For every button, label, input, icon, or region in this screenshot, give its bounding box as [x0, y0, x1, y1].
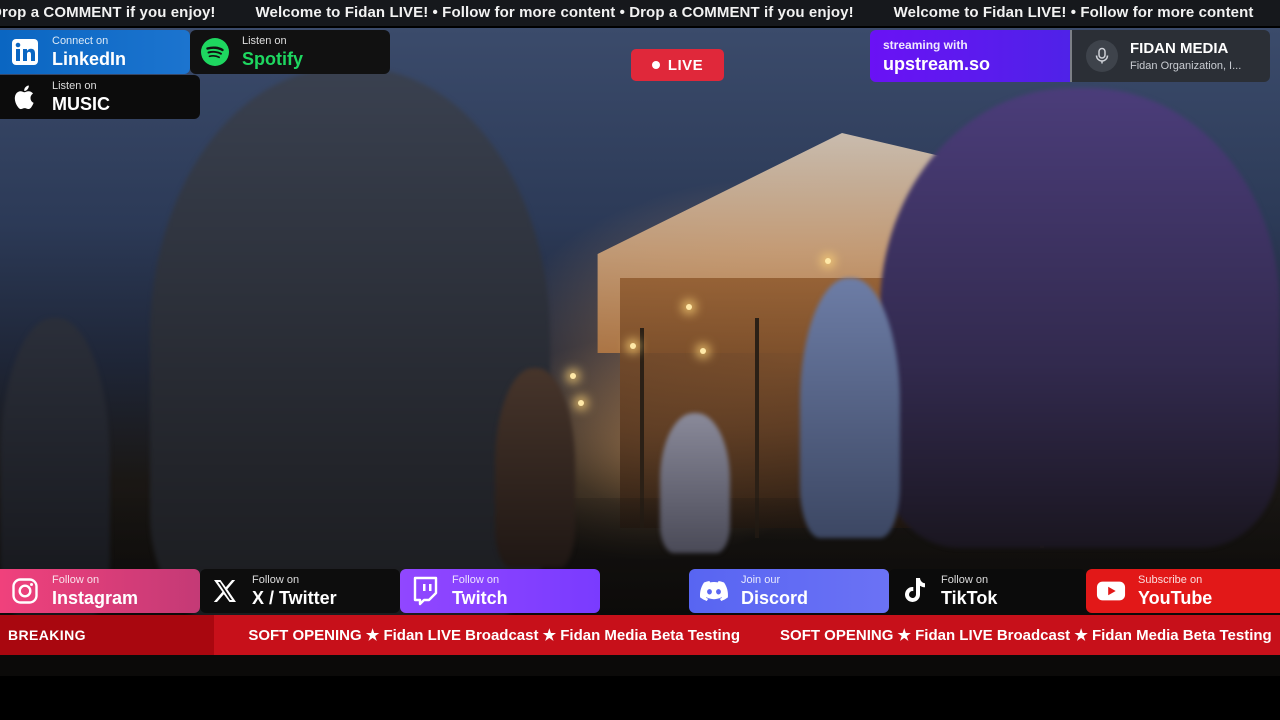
youtube-label: YouTube — [1138, 588, 1213, 608]
dancer-silhouette — [495, 368, 575, 568]
breaking-ticker: BREAKING ng SOFT OPENING ★ Fidan LIVE Br… — [0, 615, 1280, 655]
string-light — [825, 258, 831, 264]
youtube-sub: Subscribe on — [1138, 574, 1203, 586]
string-light — [570, 373, 576, 379]
linkedin-label: LinkedIn — [52, 49, 127, 69]
instagram-sub: Follow on — [52, 574, 100, 586]
breaking-label: BREAKING — [8, 627, 86, 643]
top-ticker: ntent • Drop a COMMENT if you enjoy! Wel… — [0, 0, 1280, 26]
channel-name: FIDAN MEDIA — [1130, 39, 1229, 57]
instagram-link[interactable]: Follow on Instagram — [0, 569, 200, 613]
linkedin-icon — [10, 37, 40, 67]
string-light — [630, 343, 636, 349]
ticker-item: Welcome to Fidan LIVE! • Follow for more… — [255, 4, 854, 21]
tiktok-label: TikTok — [941, 588, 998, 608]
youtube-link[interactable]: Subscribe on YouTube — [1086, 569, 1280, 613]
tiktok-link[interactable]: Follow on TikTok — [889, 569, 1086, 613]
dancer-silhouette — [660, 413, 730, 553]
ticker-item: ntent • Drop a COMMENT if you enjoy! — [0, 4, 216, 21]
breaking-tag: BREAKING — [0, 615, 214, 655]
x-label: X / Twitter — [252, 588, 337, 608]
live-dot-icon — [651, 61, 660, 69]
string-light — [700, 348, 706, 354]
microphone-icon — [1086, 40, 1118, 72]
twitch-link[interactable]: Follow on Twitch — [400, 569, 600, 613]
breaking-scroll: ng SOFT OPENING ★ Fidan LIVE Broadcast ★… — [214, 615, 1280, 655]
streaming-label: upstream.so — [883, 54, 991, 74]
dancer-silhouette — [150, 68, 550, 628]
ticker-item: SOFT OPENING ★ Fidan LIVE Broadcast ★ Fi… — [248, 627, 741, 644]
x-twitter-link[interactable]: Follow on X / Twitter — [200, 569, 400, 613]
apple-music-link[interactable]: Listen on MUSIC — [0, 75, 200, 119]
live-label: LIVE — [667, 56, 704, 74]
ticker-item: Welcome to Fidan LIVE! • Follow for more… — [893, 4, 1254, 21]
tiktok-icon — [899, 576, 929, 606]
live-badge: LIVE — [631, 49, 724, 81]
instagram-label: Instagram — [52, 588, 139, 608]
twitch-label: Twitch — [452, 588, 508, 608]
apple-sub: Listen on — [52, 80, 97, 92]
dancer-silhouette — [800, 278, 900, 538]
string-light — [686, 304, 692, 310]
spotify-link[interactable]: Listen on Spotify — [190, 30, 390, 74]
dancer-silhouette — [880, 88, 1280, 548]
instagram-icon — [10, 576, 40, 606]
linkedin-link[interactable]: Connect on LinkedIn — [0, 30, 190, 74]
streaming-with-badge[interactable]: streaming with upstream.so — [870, 30, 1070, 82]
ticker-item: SOFT OPENING ★ Fidan LIVE Broadcast ★ Fi… — [780, 627, 1272, 644]
discord-sub: Join our — [741, 574, 781, 586]
spotify-label: Spotify — [242, 49, 303, 69]
linkedin-sub: Connect on — [52, 35, 109, 47]
x-icon — [210, 576, 240, 606]
letterbox-bar — [0, 676, 1280, 720]
spotify-sub: Listen on — [242, 35, 287, 47]
channel-org: Fidan Organization, I... — [1130, 59, 1242, 72]
discord-link[interactable]: Join our Discord — [689, 569, 889, 613]
spotify-icon — [200, 37, 230, 67]
streaming-sub: streaming with — [883, 38, 968, 52]
twitch-icon — [410, 576, 440, 606]
channel-badge[interactable]: FIDAN MEDIA Fidan Organization, I... — [1070, 30, 1270, 82]
tiktok-sub: Follow on — [941, 574, 989, 586]
apple-icon — [10, 82, 40, 112]
twitch-sub: Follow on — [452, 574, 500, 586]
discord-label: Discord — [741, 588, 809, 608]
stream-overlay: ntent • Drop a COMMENT if you enjoy! Wel… — [0, 0, 1280, 720]
x-sub: Follow on — [252, 574, 300, 586]
apple-label: MUSIC — [52, 94, 110, 114]
youtube-icon — [1096, 576, 1126, 606]
string-light — [578, 400, 584, 406]
discord-icon — [699, 576, 729, 606]
ticker-fade — [214, 615, 244, 655]
